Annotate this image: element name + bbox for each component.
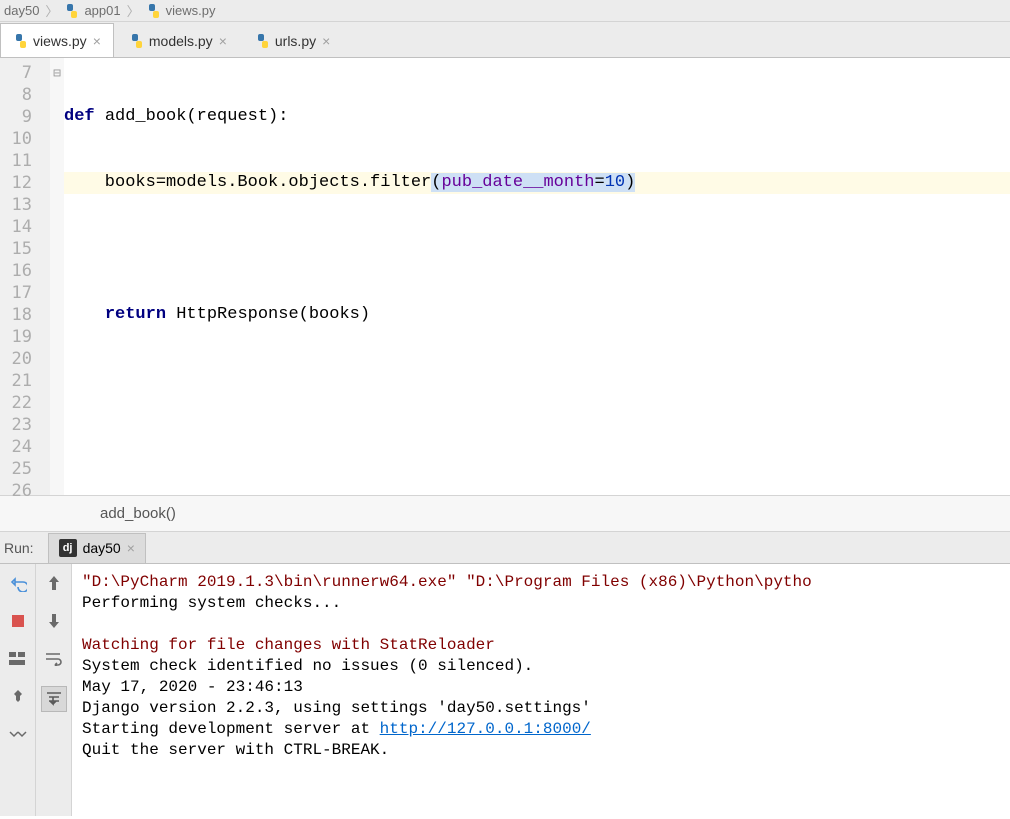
line-number: 14 (0, 216, 50, 238)
matched-brace: ) (625, 173, 635, 192)
editor-breadcrumb[interactable]: add_book() (0, 496, 1010, 532)
breadcrumb-seg[interactable]: views.py (166, 3, 216, 18)
run-tab-day50[interactable]: dj day50 × (48, 533, 146, 563)
tab-views-py[interactable]: views.py × (0, 23, 114, 57)
editor-tabbar: views.py × models.py × urls.py × (0, 22, 1010, 58)
line-number: 19 (0, 326, 50, 348)
rerun-icon[interactable] (7, 572, 29, 594)
console-line: "D:\PyCharm 2019.1.3\bin\runnerw64.exe" … (82, 573, 812, 591)
django-icon: dj (59, 539, 77, 557)
pin-icon[interactable] (7, 686, 29, 708)
up-arrow-icon[interactable] (43, 572, 65, 594)
line-number: 26 (0, 480, 50, 502)
line-number: 24 (0, 436, 50, 458)
close-icon[interactable]: × (219, 33, 227, 49)
editor: 7891011121314151617181920212223242526 ⊟ … (0, 58, 1010, 496)
highlighted-line: books=models.Book.objects.filter(pub_dat… (64, 172, 1010, 194)
line-number: 15 (0, 238, 50, 260)
console-line: Quit the server with CTRL-BREAK. (82, 741, 389, 759)
close-icon[interactable]: × (127, 540, 135, 556)
tab-urls-py[interactable]: urls.py × (242, 23, 343, 57)
stop-icon[interactable] (7, 610, 29, 632)
layout-icon[interactable] (7, 648, 29, 670)
console-line: Django version 2.2.3, using settings 'da… (82, 699, 591, 717)
close-icon[interactable]: × (93, 33, 101, 49)
line-number: 12 (0, 172, 50, 194)
run-tab-label: day50 (83, 540, 121, 556)
breadcrumb-seg[interactable]: day50 (4, 3, 39, 18)
line-number: 10 (0, 128, 50, 150)
line-number: 17 (0, 282, 50, 304)
tab-label: urls.py (275, 33, 316, 49)
line-number: 18 (0, 304, 50, 326)
tab-models-py[interactable]: models.py × (116, 23, 240, 57)
run-toolbar-col2 (36, 564, 72, 816)
keyword-return: return (105, 305, 166, 324)
keyword-arg: pub_date__month (441, 173, 594, 192)
run-toolbar-col1 (0, 564, 36, 816)
function-name: add_book (105, 107, 187, 126)
number-literal: 10 (605, 173, 625, 192)
soft-wrap-icon[interactable] (43, 648, 65, 670)
editor-breadcrumb-text: add_book() (100, 505, 176, 522)
python-file-icon (146, 3, 162, 19)
line-number: 7 (0, 62, 50, 84)
run-toolwindow-header: Run: dj day50 × (0, 532, 1010, 564)
fold-gutter: ⊟ (50, 58, 64, 495)
line-number: 22 (0, 392, 50, 414)
keyword-def: def (64, 107, 95, 126)
tab-label: views.py (33, 33, 87, 49)
line-number: 13 (0, 194, 50, 216)
console-line: May 17, 2020 - 23:46:13 (82, 678, 303, 696)
line-number: 8 (0, 84, 50, 106)
line-number: 23 (0, 414, 50, 436)
line-number: 9 (0, 106, 50, 128)
server-url-link[interactable]: http://127.0.0.1:8000/ (380, 720, 591, 738)
line-number: 25 (0, 458, 50, 480)
console-line: Watching for file changes with StatReloa… (82, 636, 495, 654)
breadcrumb-seg[interactable]: app01 (84, 3, 120, 18)
code-area[interactable]: def add_book(request): books=models.Book… (64, 58, 1010, 495)
chevron-right-icon: 〉 (45, 1, 58, 20)
code-text: books=models.Book.objects.filter (64, 173, 431, 192)
run-label: Run: (0, 540, 44, 556)
console-line: Starting development server at (82, 720, 380, 738)
close-icon[interactable]: × (322, 33, 330, 49)
code-text: HttpResponse(books) (176, 305, 370, 324)
tab-label: models.py (149, 33, 213, 49)
more-icon[interactable] (7, 724, 29, 746)
chevron-right-icon: 〉 (127, 1, 140, 20)
python-file-icon (64, 3, 80, 19)
run-toolwindow-body: "D:\PyCharm 2019.1.3\bin\runnerw64.exe" … (0, 564, 1010, 816)
line-number: 20 (0, 348, 50, 370)
line-gutter: 7891011121314151617181920212223242526 (0, 58, 50, 495)
scroll-to-end-icon[interactable] (41, 686, 67, 712)
down-arrow-icon[interactable] (43, 610, 65, 632)
console-line: Performing system checks... (82, 594, 341, 612)
matched-brace: ( (431, 173, 441, 192)
console-line: System check identified no issues (0 sil… (82, 657, 533, 675)
python-file-icon (13, 33, 29, 49)
breadcrumb: day50 〉 app01 〉 views.py (0, 0, 1010, 22)
console-output[interactable]: "D:\PyCharm 2019.1.3\bin\runnerw64.exe" … (72, 564, 1010, 816)
line-number: 21 (0, 370, 50, 392)
line-number: 16 (0, 260, 50, 282)
line-number: 11 (0, 150, 50, 172)
python-file-icon (129, 33, 145, 49)
fold-toggle-icon[interactable]: ⊟ (53, 66, 61, 81)
python-file-icon (255, 33, 271, 49)
